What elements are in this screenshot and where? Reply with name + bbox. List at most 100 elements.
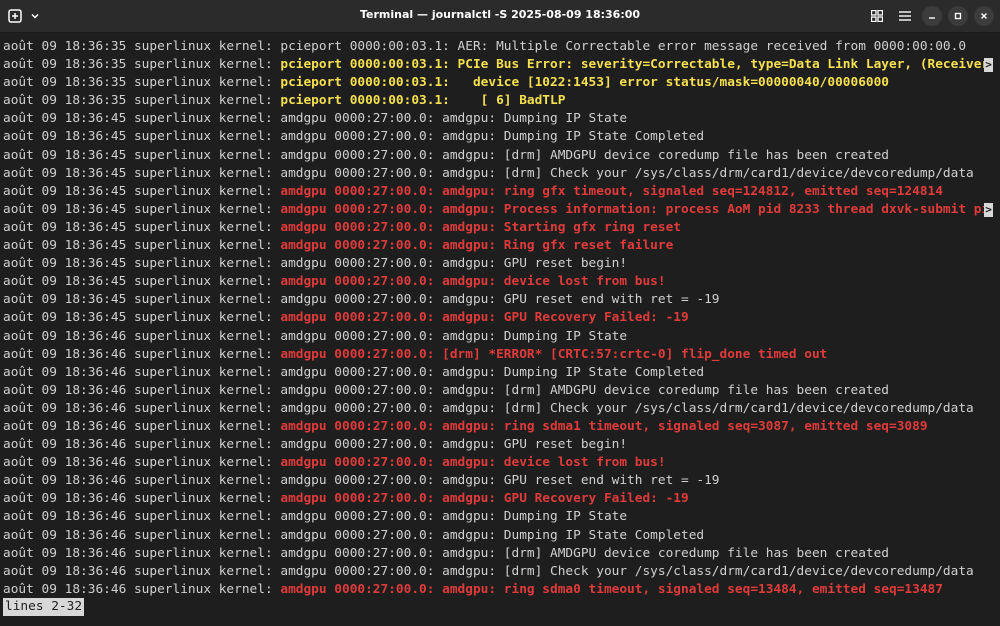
log-message: amdgpu 0000:27:00.0: amdgpu: GPU reset e… [280, 473, 720, 489]
log-line: août 09 18:36:35 superlinux kernel: pcie… [3, 74, 993, 92]
log-prefix: août 09 18:36:46 superlinux kernel: [3, 455, 281, 471]
truncation-marker: > [984, 58, 993, 73]
log-prefix: août 09 18:36:45 superlinux kernel: [3, 310, 281, 326]
log-line: août 09 18:36:35 superlinux kernel: pcie… [3, 92, 993, 110]
log-message: amdgpu 0000:27:00.0: amdgpu: [drm] Check… [280, 563, 974, 579]
log-line: août 09 18:36:45 superlinux kernel: amdg… [3, 309, 993, 327]
log-prefix: août 09 18:36:45 superlinux kernel: [3, 147, 281, 163]
log-prefix: août 09 18:36:35 superlinux kernel: [3, 39, 281, 54]
log-message: amdgpu 0000:27:00.0: amdgpu: ring sdma1 … [280, 418, 928, 434]
log-prefix: août 09 18:36:46 superlinux kernel: [3, 400, 281, 416]
log-prefix: août 09 18:36:46 superlinux kernel: [3, 509, 281, 525]
log-line: août 09 18:36:45 superlinux kernel: amdg… [3, 237, 993, 255]
log-prefix: août 09 18:36:46 superlinux kernel: [3, 437, 281, 453]
log-line: août 09 18:36:35 superlinux kernel: pcie… [3, 38, 993, 56]
log-message: amdgpu 0000:27:00.0: amdgpu: Dumping IP … [280, 111, 628, 127]
log-prefix: août 09 18:36:45 superlinux kernel: [3, 274, 281, 290]
log-message: amdgpu 0000:27:00.0: amdgpu: [drm] Check… [280, 165, 974, 181]
log-prefix: août 09 18:36:45 superlinux kernel: [3, 219, 281, 235]
log-message: amdgpu 0000:27:00.0: amdgpu: GPU Recover… [280, 310, 689, 326]
log-line: août 09 18:36:46 superlinux kernel: amdg… [3, 545, 993, 563]
log-line: août 09 18:36:45 superlinux kernel: amdg… [3, 110, 993, 128]
log-message: pcieport 0000:00:03.1: PCIe Bus Error: s… [280, 57, 990, 73]
window-title: Terminal — journalctl -S 2025-08-09 18:3… [359, 8, 641, 21]
log-prefix: août 09 18:36:46 superlinux kernel: [3, 563, 281, 579]
log-prefix: août 09 18:36:46 superlinux kernel: [3, 527, 281, 543]
log-prefix: août 09 18:36:45 superlinux kernel: [3, 129, 281, 145]
log-message: amdgpu 0000:27:00.0: amdgpu: Dumping IP … [280, 364, 705, 380]
maximize-icon [954, 12, 962, 20]
log-message: amdgpu 0000:27:00.0: amdgpu: GPU reset b… [280, 437, 628, 453]
log-message: amdgpu 0000:27:00.0: amdgpu: [drm] AMDGP… [280, 382, 890, 398]
log-line: août 09 18:36:45 superlinux kernel: amdg… [3, 255, 993, 273]
log-prefix: août 09 18:36:45 superlinux kernel: [3, 201, 281, 217]
log-line: août 09 18:36:46 superlinux kernel: amdg… [3, 527, 993, 545]
log-prefix: août 09 18:36:45 superlinux kernel: [3, 256, 281, 272]
log-line: août 09 18:36:46 superlinux kernel: amdg… [3, 563, 993, 581]
log-message: amdgpu 0000:27:00.0: amdgpu: ring gfx ti… [280, 183, 943, 199]
grid-icon [871, 10, 883, 22]
log-message: amdgpu 0000:27:00.0: amdgpu: device lost… [280, 274, 666, 290]
plus-square-icon [8, 9, 22, 23]
log-prefix: août 09 18:36:35 superlinux kernel: [3, 75, 281, 91]
log-message: amdgpu 0000:27:00.0: amdgpu: Process inf… [280, 201, 990, 217]
log-prefix: août 09 18:36:45 superlinux kernel: [3, 111, 281, 127]
log-prefix: août 09 18:36:35 superlinux kernel: [3, 93, 281, 109]
log-line: août 09 18:36:35 superlinux kernel: pcie… [3, 56, 993, 74]
tab-menu-button[interactable] [26, 5, 44, 27]
log-message: amdgpu 0000:27:00.0: amdgpu: GPU Recover… [280, 491, 689, 507]
log-message: amdgpu 0000:27:00.0: amdgpu: GPU reset e… [280, 292, 720, 308]
close-button[interactable] [974, 6, 994, 26]
log-line: août 09 18:36:46 superlinux kernel: amdg… [3, 364, 993, 382]
log-prefix: août 09 18:36:35 superlinux kernel: [3, 57, 281, 73]
log-prefix: août 09 18:36:46 superlinux kernel: [3, 491, 281, 507]
log-message: amdgpu 0000:27:00.0: amdgpu: Starting gf… [280, 219, 681, 235]
chevron-down-icon [31, 13, 39, 19]
log-line: août 09 18:36:46 superlinux kernel: amdg… [3, 436, 993, 454]
log-message: amdgpu 0000:27:00.0: amdgpu: [drm] AMDGP… [280, 147, 890, 163]
minimize-button[interactable] [922, 6, 942, 26]
log-message: amdgpu 0000:27:00.0: amdgpu: GPU reset b… [280, 256, 628, 272]
log-prefix: août 09 18:36:46 superlinux kernel: [3, 473, 281, 489]
log-line: août 09 18:36:46 superlinux kernel: amdg… [3, 346, 993, 364]
hamburger-icon [899, 11, 911, 21]
new-tab-button[interactable] [4, 5, 26, 27]
log-message: amdgpu 0000:27:00.0: amdgpu: [drm] Check… [280, 400, 974, 416]
log-line: août 09 18:36:46 superlinux kernel: amdg… [3, 418, 993, 436]
log-line: août 09 18:36:46 superlinux kernel: amdg… [3, 454, 993, 472]
main-menu-button[interactable] [894, 5, 916, 27]
title-bar: Terminal — journalctl -S 2025-08-09 18:3… [0, 0, 1000, 33]
log-line: août 09 18:36:45 superlinux kernel: amdg… [3, 219, 993, 237]
log-prefix: août 09 18:36:46 superlinux kernel: [3, 328, 281, 344]
log-line: août 09 18:36:46 superlinux kernel: amdg… [3, 328, 993, 346]
log-line: août 09 18:36:46 superlinux kernel: amdg… [3, 490, 993, 508]
log-prefix: août 09 18:36:45 superlinux kernel: [3, 238, 281, 254]
pager-status: lines 2-32 [3, 598, 85, 616]
log-line: août 09 18:36:45 superlinux kernel: amdg… [3, 183, 993, 201]
log-message: amdgpu 0000:27:00.0: amdgpu: Dumping IP … [280, 509, 628, 525]
log-line: août 09 18:36:46 superlinux kernel: amdg… [3, 400, 993, 418]
log-message: amdgpu 0000:27:00.0: amdgpu: device lost… [280, 455, 666, 471]
log-prefix: août 09 18:36:46 superlinux kernel: [3, 581, 281, 597]
log-line: août 09 18:36:45 superlinux kernel: amdg… [3, 273, 993, 291]
close-icon [981, 13, 987, 19]
log-prefix: août 09 18:36:46 superlinux kernel: [3, 364, 281, 380]
terminal-output[interactable]: août 09 18:36:35 superlinux kernel: pcie… [3, 38, 1000, 599]
log-prefix: août 09 18:36:45 superlinux kernel: [3, 183, 281, 199]
log-prefix: août 09 18:36:46 superlinux kernel: [3, 545, 281, 561]
minimize-icon [929, 17, 935, 19]
log-message: amdgpu 0000:27:00.0: amdgpu: ring sdma0 … [280, 581, 943, 597]
log-message: amdgpu 0000:27:00.0: amdgpu: [drm] AMDGP… [280, 545, 890, 561]
log-line: août 09 18:36:46 superlinux kernel: amdg… [3, 508, 993, 526]
view-button[interactable] [866, 5, 888, 27]
log-message: amdgpu 0000:27:00.0: amdgpu: Dumping IP … [280, 328, 628, 344]
log-line: août 09 18:36:46 superlinux kernel: amdg… [3, 581, 993, 599]
log-message: pcieport 0000:00:03.1: AER: Multiple Cor… [280, 39, 967, 54]
log-prefix: août 09 18:36:45 superlinux kernel: [3, 292, 281, 308]
log-message: amdgpu 0000:27:00.0: amdgpu: Dumping IP … [280, 527, 705, 543]
log-message: amdgpu 0000:27:00.0: [drm] *ERROR* [CRTC… [280, 346, 828, 362]
maximize-button[interactable] [948, 6, 968, 26]
log-prefix: août 09 18:36:46 superlinux kernel: [3, 346, 281, 362]
log-line: août 09 18:36:45 superlinux kernel: amdg… [3, 201, 993, 219]
log-message: amdgpu 0000:27:00.0: amdgpu: Dumping IP … [280, 129, 705, 145]
